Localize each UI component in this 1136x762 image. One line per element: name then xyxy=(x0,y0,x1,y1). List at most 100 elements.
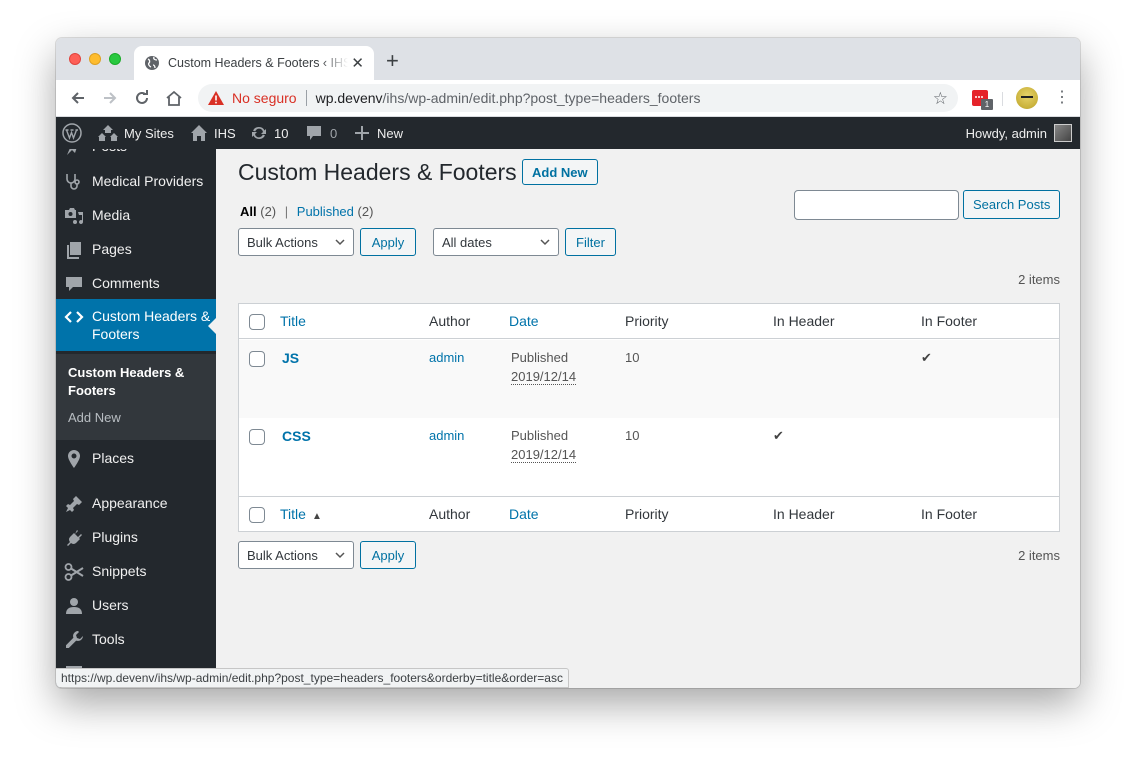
priority-value: 10 xyxy=(625,428,640,443)
add-new-button[interactable]: Add New xyxy=(522,159,598,185)
new-tab-button[interactable]: + xyxy=(386,50,399,72)
close-window-button[interactable] xyxy=(69,53,81,65)
submenu-item-add-new[interactable]: Add New xyxy=(68,410,121,425)
sidebar-item-comments[interactable]: Comments xyxy=(56,274,216,294)
author-link[interactable]: admin xyxy=(429,426,464,445)
link-status-bubble: https://wp.devenv/ihs/wp-admin/edit.php?… xyxy=(56,668,569,688)
sidebar-item-pages[interactable]: Pages xyxy=(56,240,216,260)
updates-menu[interactable]: 10 xyxy=(250,117,288,149)
sidebar-item-custom-headers-footers[interactable]: Custom Headers & Footers xyxy=(56,299,216,351)
select-all-checkbox[interactable] xyxy=(249,314,265,330)
updates-icon xyxy=(252,126,266,140)
sidebar-item-snippets[interactable]: Snippets xyxy=(56,562,216,582)
extension-badge: 1 xyxy=(981,99,993,110)
apply-button-bottom[interactable]: Apply xyxy=(360,541,416,569)
row-checkbox[interactable] xyxy=(249,351,265,367)
select-all-checkbox-footer[interactable] xyxy=(249,507,265,523)
globe-icon xyxy=(145,56,159,70)
comment-icon xyxy=(307,126,321,140)
wordpress-logo-icon[interactable] xyxy=(62,117,82,149)
admin-sidebar: Posts Medical Providers Media Pages Comm… xyxy=(56,149,216,688)
new-content-menu[interactable]: New xyxy=(355,117,403,149)
apply-button-top[interactable]: Apply xyxy=(360,228,416,256)
comment-icon xyxy=(66,277,82,291)
author-link[interactable]: admin xyxy=(429,348,464,367)
minimize-window-button[interactable] xyxy=(89,53,101,65)
chevron-down-icon xyxy=(540,239,550,246)
sidebar-item-medical-providers[interactable]: Medical Providers xyxy=(56,172,216,192)
brush-icon xyxy=(66,496,82,512)
browser-toolbar: No seguro wp.devenv/ihs/wp-admin/edit.ph… xyxy=(56,80,1080,117)
back-icon[interactable] xyxy=(68,88,88,108)
pages-icon xyxy=(67,242,81,259)
my-sites-menu[interactable]: My Sites xyxy=(98,117,174,149)
tab-title: Custom Headers & Footers ‹ IHS — WordPre… xyxy=(168,56,348,70)
sidebar-item-tools[interactable]: Tools xyxy=(56,630,216,650)
profile-avatar[interactable] xyxy=(1016,87,1038,109)
posts-table: Title Author Date Priority In Header In … xyxy=(238,303,1060,532)
sidebar-item-posts[interactable]: Posts xyxy=(56,149,216,157)
sidebar-item-plugins[interactable]: Plugins xyxy=(56,528,216,548)
updates-count: 10 xyxy=(274,125,289,141)
home-icon[interactable] xyxy=(164,88,184,108)
new-label: New xyxy=(377,125,404,141)
bulk-actions-select-bottom[interactable]: Bulk Actions xyxy=(238,541,354,569)
in-header-check: ✔ xyxy=(773,428,784,443)
site-name-menu[interactable]: IHS xyxy=(190,117,236,149)
post-title-link[interactable]: CSS xyxy=(282,427,311,446)
search-posts-button[interactable]: Search Posts xyxy=(963,190,1061,219)
column-date-sort[interactable]: Date xyxy=(509,312,539,331)
sidebar-item-users[interactable]: Users xyxy=(56,596,216,616)
account-menu[interactable]: Howdy, admin xyxy=(966,117,1072,149)
browser-window: Custom Headers & Footers ‹ IHS — WordPre… xyxy=(56,38,1080,688)
filter-all-link[interactable]: All xyxy=(240,204,257,219)
bookmark-star-icon[interactable]: ☆ xyxy=(933,89,948,109)
filter-separator: | xyxy=(284,204,289,219)
extension-icon[interactable]: 1 xyxy=(972,90,993,110)
column-priority: Priority xyxy=(625,313,669,329)
sidebar-item-appearance[interactable]: Appearance xyxy=(56,494,216,514)
column-title-sort[interactable]: Title xyxy=(280,312,306,331)
comments-menu[interactable]: 0 xyxy=(306,117,337,149)
reload-icon[interactable] xyxy=(132,88,152,108)
tab-strip: Custom Headers & Footers ‹ IHS — WordPre… xyxy=(56,38,1080,80)
row-checkbox[interactable] xyxy=(249,429,265,445)
search-input[interactable] xyxy=(794,190,959,220)
post-title-link[interactable]: JS xyxy=(282,349,299,368)
plugin-icon xyxy=(67,530,82,546)
filter-button[interactable]: Filter xyxy=(565,228,616,256)
column-title-sort-footer[interactable]: Title ▲ xyxy=(280,505,322,526)
my-sites-icon xyxy=(98,125,118,141)
table-row: JS admin Published 2019/12/14 10 ✔ xyxy=(239,340,1059,418)
security-status[interactable]: No seguro xyxy=(232,90,297,106)
divider xyxy=(1002,92,1003,106)
page-title: Custom Headers & Footers xyxy=(238,159,517,185)
bulk-actions-select-top[interactable]: Bulk Actions xyxy=(238,228,354,256)
current-menu-indicator xyxy=(208,318,216,334)
chevron-down-icon xyxy=(335,239,345,246)
maximize-window-button[interactable] xyxy=(109,53,121,65)
main-content: Custom Headers & Footers Add New All (2)… xyxy=(216,149,1080,688)
wp-admin-bar: My Sites IHS 10 0 New Howdy, admin xyxy=(56,117,1080,149)
table-footer: Title ▲ Author Date Priority In Header In… xyxy=(239,496,1059,531)
filter-published-link[interactable]: Published xyxy=(297,204,354,219)
filter-all-count: (2) xyxy=(260,204,277,219)
submenu-item-all[interactable]: Custom Headers & Footers xyxy=(68,364,198,400)
column-date-sort-footer[interactable]: Date xyxy=(509,505,539,524)
forward-icon[interactable] xyxy=(100,88,120,108)
close-tab-icon[interactable]: ✕ xyxy=(351,54,364,72)
post-date: Published 2019/12/14 xyxy=(511,428,577,463)
home-icon xyxy=(191,125,207,141)
address-bar[interactable]: No seguro wp.devenv/ihs/wp-admin/edit.ph… xyxy=(198,84,958,112)
comments-count: 0 xyxy=(330,125,338,141)
browser-tab[interactable]: Custom Headers & Footers ‹ IHS — WordPre… xyxy=(134,46,374,80)
sidebar-item-media[interactable]: Media xyxy=(56,206,216,226)
dates-filter-select[interactable]: All dates xyxy=(433,228,559,256)
browser-menu-icon[interactable]: ⋮ xyxy=(1054,89,1070,107)
status-filter-links: All (2) | Published (2) xyxy=(240,204,373,219)
sidebar-item-places[interactable]: Places xyxy=(56,449,216,469)
wrench-icon xyxy=(66,631,83,648)
url-text[interactable]: wp.devenv/ihs/wp-admin/edit.php?post_typ… xyxy=(316,90,701,106)
column-author-footer: Author xyxy=(429,506,471,522)
scissors-icon xyxy=(64,563,84,581)
